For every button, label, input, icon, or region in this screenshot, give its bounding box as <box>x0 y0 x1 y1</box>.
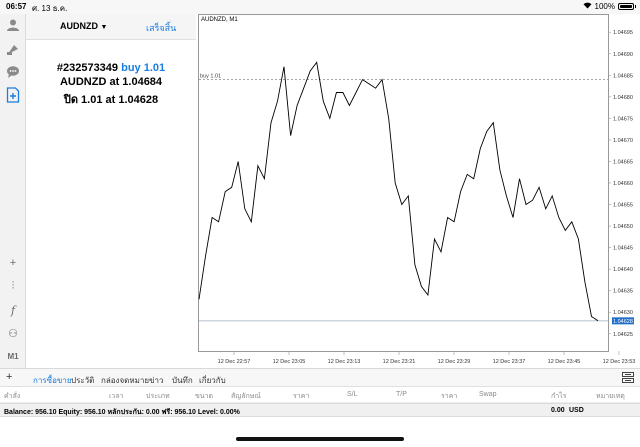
y-tick-label: 1.04650 <box>613 224 633 230</box>
col-type: ประเภท <box>146 393 170 400</box>
x-tick-label: 12 Dec 23:05 <box>273 359 306 365</box>
tab-about[interactable]: เกี่ยวกับ <box>199 374 226 387</box>
timeframe-button[interactable]: M1 <box>5 348 21 364</box>
status-indicators: 100% <box>583 2 636 11</box>
x-tick-label: 12 Dec 22:57 <box>218 359 251 365</box>
order-id: #232573349 <box>56 62 119 74</box>
y-tick-label: 1.04675 <box>613 116 633 122</box>
x-tick-label: 12 Dec 23:37 <box>493 359 526 365</box>
x-tick-label: 12 Dec 23:45 <box>548 359 581 365</box>
y-tick-label: 1.04655 <box>613 203 633 209</box>
symbol-selector[interactable]: AUDNZD ▼ <box>60 21 107 31</box>
user-icon[interactable] <box>5 17 21 33</box>
order-level-label: buy 1.01 <box>200 74 221 80</box>
price-series <box>198 61 599 322</box>
home-indicator <box>236 437 404 441</box>
tab-trade[interactable]: การซื้อขาย <box>33 374 72 388</box>
caret-down-icon: ▼ <box>100 24 108 31</box>
tab-news[interactable]: ข่าว <box>149 374 163 387</box>
x-tick-label: 12 Dec 23:29 <box>438 359 471 365</box>
x-tick-label: 12 Dec 23:53 <box>603 359 636 365</box>
balance-summary: Balance: 956.10 Equity: 956.10 หลักประกั… <box>4 409 240 416</box>
y-tick-label: 1.04670 <box>613 138 633 144</box>
new-order-icon[interactable] <box>5 87 21 103</box>
order-type: buy 1.01 <box>121 62 166 74</box>
plot-border <box>198 14 609 352</box>
status-time: 06:57 <box>6 2 27 11</box>
col-profit: กำไร <box>551 393 567 400</box>
col-swap: Swap <box>479 391 497 398</box>
order-open: AUDNZD at 1.04684 <box>59 76 163 88</box>
trade-columns-header: คำสั่ง เวลา ประเภท ขนาด สัญลักษณ์ ราคา S… <box>0 387 640 403</box>
status-bar: 06:57 ศ. 13 ธ.ค. 100% <box>0 0 640 14</box>
layout-icon[interactable] <box>622 372 634 385</box>
y-tick-label: 1.04630 <box>613 310 633 316</box>
y-tick-label: 1.04625 <box>613 332 633 338</box>
price-chart[interactable]: AUDNZD, M1 1.04695 1.04690 1.04685 1.04680 1… <box>198 14 640 368</box>
objects-icon[interactable]: ⚇ <box>5 325 21 341</box>
symbol-label: AUDNZD <box>60 21 98 31</box>
y-tick-label: 1.04685 <box>613 73 633 79</box>
y-tick-label: 1.04635 <box>613 289 633 295</box>
trade-icon[interactable] <box>5 41 21 57</box>
tab-journal[interactable]: บันทึก <box>172 374 193 387</box>
done-button[interactable]: เสร็จสิ้น <box>146 21 176 35</box>
account-currency: USD <box>569 407 584 414</box>
total-profit: 0.00 <box>551 407 565 414</box>
crosshair-icon[interactable]: + <box>5 255 21 271</box>
current-price-label: 1.04628 <box>613 319 633 325</box>
col-price: ราคา <box>293 393 310 400</box>
y-tick-label: 1.04680 <box>613 95 633 101</box>
chart-canvas: AUDNZD, M1 1.046951.046901.046851.046801… <box>198 14 636 365</box>
function-icon[interactable]: f <box>5 302 21 318</box>
terminal-tab-bar: + การซื้อขาย ประวัติ กล่องจดหมาย ข่าว บั… <box>0 368 640 388</box>
y-tick-label: 1.04640 <box>613 267 633 273</box>
wifi-icon <box>583 2 592 11</box>
add-icon[interactable]: + <box>6 371 12 383</box>
chart-title: AUDNZD, M1 <box>201 17 238 23</box>
chat-icon[interactable] <box>5 64 21 80</box>
y-tick-label: 1.04665 <box>613 159 633 165</box>
order-close: ปิด 1.01 at 1.04628 <box>63 94 159 106</box>
tab-mailbox[interactable]: กล่องจดหมาย <box>101 374 149 387</box>
col-symbol: สัญลักษณ์ <box>231 393 261 400</box>
battery-percent: 100% <box>594 2 615 11</box>
x-tick-label: 12 Dec 23:21 <box>383 359 416 365</box>
tab-history[interactable]: ประวัติ <box>71 374 94 387</box>
battery-icon <box>618 3 636 10</box>
y-tick-label: 1.04660 <box>613 181 633 187</box>
y-tick-label: 1.04645 <box>613 246 633 252</box>
x-axis: 12 Dec 22:57 12 Dec 23:05 12 Dec 23:13 12 D… <box>218 351 636 365</box>
balance-bar: Balance: 956.10 Equity: 956.10 หลักประกั… <box>0 403 640 417</box>
y-tick-label: 1.04695 <box>613 30 633 36</box>
col-time: เวลา <box>109 393 124 400</box>
col-sl: S/L <box>347 391 358 398</box>
col-current-price: ราคา <box>441 393 458 400</box>
indicators-icon[interactable]: ⫶ <box>5 278 21 294</box>
col-volume: ขนาด <box>195 393 214 400</box>
left-toolbar: + ⫶ f ⚇ M1 <box>0 14 26 368</box>
col-tp: T/P <box>396 391 407 398</box>
col-order: คำสั่ง <box>4 393 21 400</box>
x-tick-label: 12 Dec 23:13 <box>328 359 361 365</box>
y-axis: 1.04695 1.04690 1.04685 1.04680 1.04675 1.046… <box>608 30 633 338</box>
y-tick-label: 1.04690 <box>613 52 633 58</box>
order-title: #232573349 buy 1.01 <box>26 62 196 74</box>
col-comment: หมายเหตุ <box>596 393 625 400</box>
